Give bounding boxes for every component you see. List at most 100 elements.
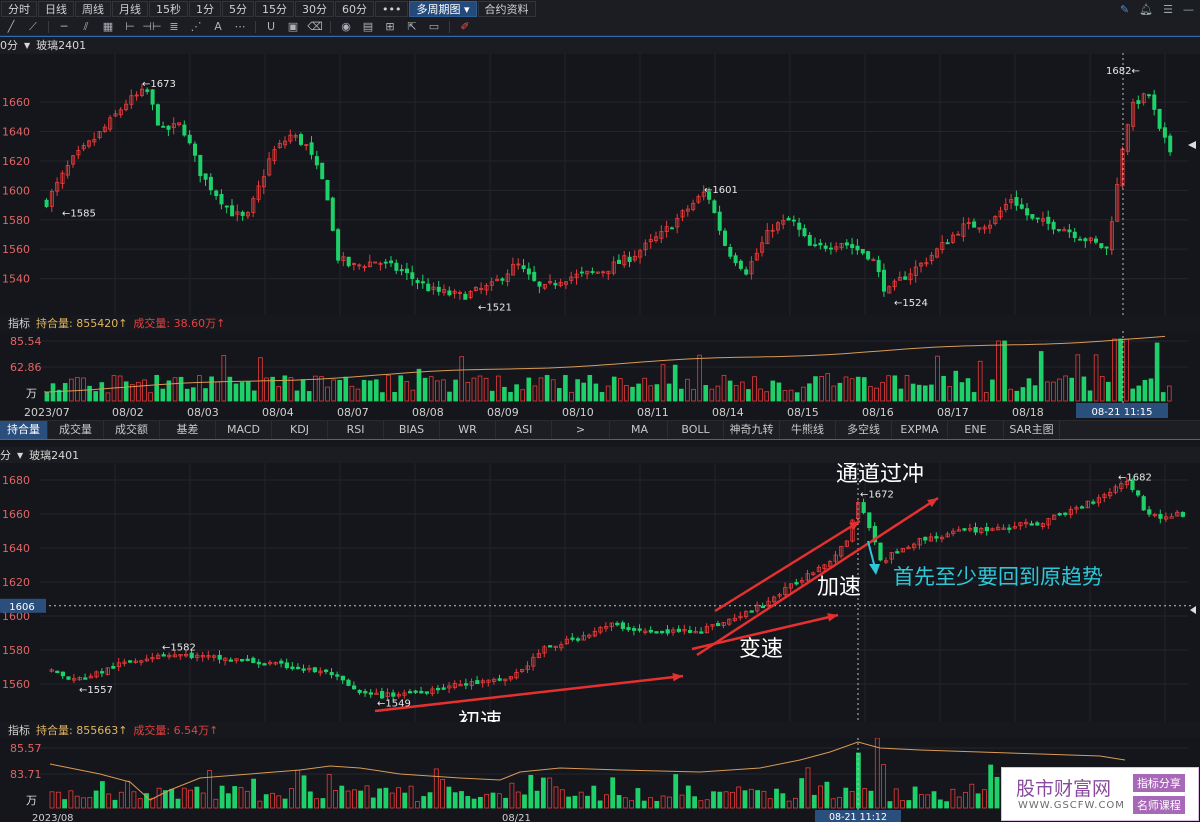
upper-volume-chart[interactable]: 85.54 62.86 万 xyxy=(0,331,1200,403)
price-label: 1620 xyxy=(2,576,30,589)
export-icon[interactable]: ⇱ xyxy=(401,20,423,33)
tab-6[interactable]: RSI xyxy=(328,421,384,439)
volume-bar xyxy=(654,384,660,402)
candle-body xyxy=(553,283,558,286)
period-button-9[interactable]: 60分 xyxy=(335,1,374,17)
volume-bar xyxy=(1148,378,1154,402)
volume-bar xyxy=(106,793,112,809)
volume-bar xyxy=(288,788,294,809)
fan-tool-icon[interactable]: ⋰ xyxy=(185,20,207,33)
volume-axis-label: 85.54 xyxy=(10,335,42,348)
overlay-tab-5[interactable]: EXPMA xyxy=(892,421,948,439)
overlay-tab-6[interactable]: ENE xyxy=(948,421,1004,439)
volume-axis-label: 85.57 xyxy=(10,742,42,755)
volume-bar xyxy=(1002,340,1007,402)
tab-3[interactable]: 基差 xyxy=(160,421,216,439)
lock-icon[interactable]: ▣ xyxy=(282,20,304,33)
grid-tool-icon[interactable]: ▦ xyxy=(97,20,119,33)
menu-icon[interactable]: ☰ xyxy=(1163,3,1173,16)
upper-candlestick-chart[interactable]: 1660 1640 1620 1600 1580 1560 1540 ←1673 ←1585 ←1… xyxy=(0,53,1200,315)
candle-body xyxy=(301,668,306,671)
indicator-label[interactable]: 指标 xyxy=(8,315,30,331)
period-button-11[interactable]: 多周期图 ▾ xyxy=(409,1,477,17)
magnet-icon[interactable]: U xyxy=(260,20,282,33)
volume-bar xyxy=(1160,392,1166,402)
tab-5[interactable]: KDJ xyxy=(272,421,328,439)
comment-icon[interactable]: ▭ xyxy=(423,20,445,33)
overlay-tab-7[interactable]: SAR主图 xyxy=(1004,421,1060,439)
overlay-tab-0[interactable]: MA xyxy=(612,421,668,439)
fib-tool-icon[interactable]: ≣ xyxy=(163,20,185,33)
period-button-2[interactable]: 周线 xyxy=(75,1,111,17)
tab-1[interactable]: 成交量 xyxy=(48,421,104,439)
candle-body xyxy=(749,610,754,613)
candle-body xyxy=(399,269,404,272)
chevron-down-icon[interactable]: ▼ xyxy=(17,451,23,460)
period-button-6[interactable]: 5分 xyxy=(222,1,254,17)
overlay-tab-2[interactable]: 神奇九转 xyxy=(724,421,780,439)
candle-body xyxy=(1083,238,1088,242)
chevron-down-icon[interactable]: ▼ xyxy=(24,41,30,50)
hline-tool-icon[interactable]: ─ xyxy=(53,20,75,33)
overlay-tab-1[interactable]: BOLL xyxy=(668,421,724,439)
channel-tool-icon[interactable]: ⫽ xyxy=(75,20,97,34)
period-button-10[interactable]: ••• xyxy=(375,1,409,17)
candle-body xyxy=(716,623,721,626)
bell-icon[interactable]: 🔔︎ xyxy=(1139,3,1153,16)
text-tool-icon[interactable]: A xyxy=(207,20,229,33)
period-button-1[interactable]: 日线 xyxy=(38,1,74,17)
ray-tool-icon[interactable]: ⟋ xyxy=(22,20,44,34)
candle-body xyxy=(424,691,430,694)
volume-bar xyxy=(697,354,702,402)
upper-period[interactable]: 0分 xyxy=(0,37,18,53)
minimize-icon[interactable]: — xyxy=(1183,3,1194,16)
volume-bar xyxy=(258,357,263,402)
ruler-icon[interactable]: ✐ xyxy=(454,20,476,33)
volume-bar xyxy=(1032,385,1038,402)
upper-indicator-row: 指标 持合量: 855420↑ 成交量: 38.60万↑ xyxy=(0,315,1200,331)
calendar-icon[interactable]: ▤ xyxy=(357,20,379,33)
candle-body xyxy=(876,259,881,273)
tab-4[interactable]: MACD xyxy=(216,421,272,439)
period-button-5[interactable]: 1分 xyxy=(189,1,221,17)
line-tool-icon[interactable]: ╱ xyxy=(0,20,22,33)
more-tools-icon[interactable]: ⋯ xyxy=(229,20,251,33)
eye-icon[interactable]: ◉ xyxy=(335,20,357,33)
period-button-8[interactable]: 30分 xyxy=(295,1,334,17)
tabs-scroll-arrow[interactable]: > xyxy=(552,421,610,439)
volume-bar xyxy=(1136,385,1142,402)
pen-icon[interactable]: ✎ xyxy=(1120,3,1129,16)
tab-8[interactable]: WR xyxy=(440,421,496,439)
chevron-down-icon[interactable]: ▾ xyxy=(460,3,470,16)
volume-bar xyxy=(154,374,160,402)
price-annotation: ←1521 xyxy=(478,303,512,314)
layout-icon[interactable]: ⊞ xyxy=(379,20,401,33)
volume-bar xyxy=(148,392,153,402)
delete-drawing-icon[interactable]: ⌫ xyxy=(304,20,326,33)
lower-candlestick-chart[interactable]: 16801660164016201600158015601606←1582←15… xyxy=(0,463,1200,722)
volume-bar xyxy=(793,797,798,809)
volume-bar xyxy=(93,391,99,402)
overlay-tab-4[interactable]: 多空线 xyxy=(836,421,892,439)
indicator-label[interactable]: 指标 xyxy=(8,722,30,738)
tab-7[interactable]: BIAS xyxy=(384,421,440,439)
volume-bar xyxy=(906,800,912,809)
candle-body xyxy=(823,245,828,249)
candle-body xyxy=(351,685,357,690)
overlay-tab-3[interactable]: 牛熊线 xyxy=(780,421,836,439)
period-button-0[interactable]: 分时 xyxy=(1,1,37,17)
period-button-7[interactable]: 15分 xyxy=(255,1,294,17)
volume-bar xyxy=(746,389,751,402)
tab-9[interactable]: ASI xyxy=(496,421,552,439)
tab-2[interactable]: 成交额 xyxy=(104,421,160,439)
lower-period[interactable]: 分 xyxy=(0,447,11,463)
period-button-3[interactable]: 月线 xyxy=(112,1,148,17)
volume-bar xyxy=(459,356,464,402)
volume-bar xyxy=(209,376,214,402)
period-button-4[interactable]: 15秒 xyxy=(149,1,188,17)
vline-tool-icon[interactable]: ⊢ xyxy=(119,20,141,33)
period-button-12[interactable]: 合约资料 xyxy=(477,1,536,17)
range-tool-icon[interactable]: ⊣⊢ xyxy=(141,20,163,33)
volume-bar xyxy=(843,376,849,402)
tab-0[interactable]: 持合量 xyxy=(0,421,48,439)
